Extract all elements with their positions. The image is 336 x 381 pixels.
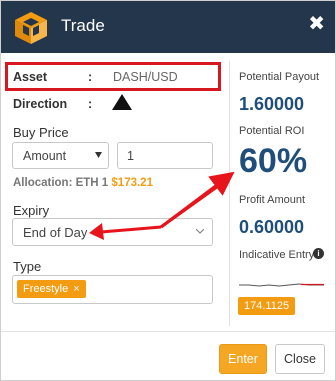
amount-select-value: Amount — [23, 148, 67, 163]
trade-dialog: Trade ✖ Asset : DASH/USD Direction : Buy… — [0, 0, 336, 381]
type-label: Type — [13, 259, 42, 274]
allocation-value: $173.21 — [111, 177, 153, 189]
profit-label: Profit Amount — [239, 194, 306, 206]
type-tag: Freestyle × — [17, 280, 86, 298]
tag-remove-icon[interactable]: × — [73, 283, 79, 295]
roi-value: 60% — [239, 142, 308, 180]
type-tag-label: Freestyle — [23, 283, 69, 295]
roi-label: Potential ROI — [239, 125, 305, 137]
asset-value: DASH/USD — [113, 70, 178, 84]
asset-label: Asset — [13, 70, 48, 84]
panel-divider — [229, 61, 230, 326]
annotation-arrows — [89, 171, 235, 240]
buy-price-input[interactable]: 1 — [117, 142, 213, 169]
asset-colon: : — [88, 70, 93, 84]
buy-price-label: Buy Price — [13, 125, 69, 140]
cube-logo-icon — [15, 12, 47, 44]
indicative-entry-label: Indicative Entry — [239, 249, 315, 261]
footer-divider — [1, 331, 335, 332]
profit-value: 0.60000 — [239, 217, 305, 237]
expiry-select-value: End of Day — [23, 224, 88, 240]
close-button[interactable]: Close — [275, 344, 325, 374]
amount-select[interactable]: Amount — [12, 142, 109, 169]
expiry-label: Expiry — [13, 203, 50, 218]
info-circle-icon[interactable]: i — [313, 248, 324, 259]
allocation-label: Allocation: ETH 1 — [13, 177, 109, 189]
payout-value: 1.60000 — [239, 94, 305, 114]
triangle-up-icon[interactable] — [112, 94, 132, 110]
allocation-text: Allocation: ETH 1 $173.21 — [13, 177, 153, 189]
indicative-entry-value: 174.1125 — [238, 297, 296, 315]
dialog-header: Trade ✖ — [1, 1, 335, 53]
enter-button[interactable]: Enter — [219, 344, 267, 374]
close-icon[interactable]: ✖ — [308, 14, 325, 34]
chevron-down-icon — [196, 229, 204, 234]
payout-label: Potential Payout — [239, 71, 320, 83]
indicative-sparkline — [239, 283, 324, 287]
direction-colon: : — [88, 97, 93, 111]
expiry-select[interactable]: End of Day — [12, 218, 213, 246]
dialog-title: Trade — [61, 16, 105, 35]
caret-down-icon — [95, 152, 102, 158]
direction-label: Direction — [13, 97, 68, 111]
